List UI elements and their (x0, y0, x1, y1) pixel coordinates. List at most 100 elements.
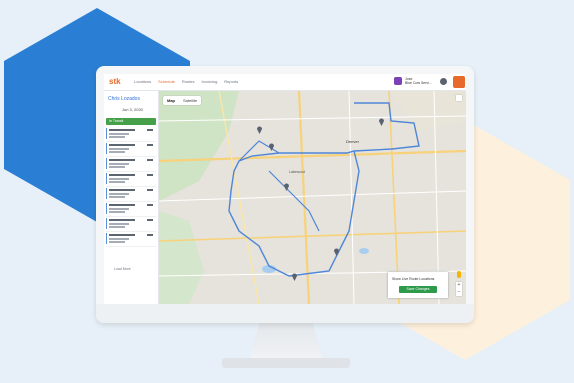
item-text-placeholder (147, 129, 153, 131)
driver-name[interactable]: Chris Lozados (108, 96, 140, 102)
status-indicator (106, 173, 107, 184)
monitor-base (222, 358, 350, 368)
status-header: In Transit (106, 118, 156, 125)
item-text-placeholder (109, 163, 129, 165)
status-indicator (106, 203, 107, 214)
gear-icon[interactable] (440, 78, 447, 85)
list-item[interactable] (106, 172, 156, 187)
tab-map[interactable]: Map (163, 96, 179, 105)
user-menu[interactable]: Jose Blue Cow Servi... (394, 77, 432, 85)
item-text-placeholder (109, 174, 135, 176)
item-text-placeholder (109, 129, 135, 131)
user-org: Blue Cow Servi... (405, 81, 432, 85)
item-text-placeholder (109, 196, 125, 198)
map-marker-icon[interactable] (334, 248, 339, 257)
live-locations-checkbox[interactable]: Show Live Route Locations (392, 277, 434, 281)
road (159, 190, 466, 202)
nav-locations[interactable]: Locations (134, 79, 151, 84)
monitor-chin (96, 304, 474, 323)
item-text-placeholder (109, 136, 125, 138)
map-marker-icon[interactable] (379, 118, 384, 127)
zoom-controls[interactable]: + − (456, 282, 462, 296)
route-line (238, 140, 320, 232)
list-item[interactable] (106, 187, 156, 202)
city-label-denver: Denver (346, 139, 360, 144)
route-sidebar: Chris Lozados Jun 3, 2020 In Transit Loa… (104, 91, 159, 304)
item-text-placeholder (147, 159, 153, 161)
highway (159, 230, 466, 242)
nav-routes[interactable]: Routes (182, 79, 195, 84)
route-options-panel: Show Live Route Locations Save Changes (388, 272, 448, 298)
list-item[interactable] (106, 217, 156, 232)
zoom-out-button[interactable]: − (456, 289, 462, 296)
item-text-placeholder (109, 234, 135, 236)
status-indicator (106, 188, 107, 199)
save-changes-button[interactable]: Save Changes (399, 286, 437, 293)
nav-schedule[interactable]: Schedule (158, 79, 175, 84)
nav-invoicing[interactable]: Invoicing (202, 79, 218, 84)
item-text-placeholder (109, 223, 129, 225)
urban-area (389, 91, 466, 131)
item-text-placeholder (109, 151, 125, 153)
item-text-placeholder (109, 211, 125, 213)
zoom-in-button[interactable]: + (456, 282, 462, 289)
map-marker-icon[interactable] (257, 126, 262, 135)
route-date[interactable]: Jun 3, 2020 (122, 107, 143, 112)
item-text-placeholder (109, 241, 125, 243)
tab-satellite[interactable]: Satellite (179, 96, 201, 105)
item-text-placeholder (109, 226, 125, 228)
top-navbar: stk Locations Schedule Routes Invoicing … (104, 74, 466, 91)
street-view-icon[interactable] (457, 271, 461, 278)
highway (297, 91, 311, 304)
avatar (394, 77, 402, 85)
list-item[interactable] (106, 127, 156, 142)
list-item[interactable] (106, 157, 156, 172)
list-item[interactable] (106, 142, 156, 157)
park-area (159, 211, 204, 304)
item-text-placeholder (109, 219, 135, 221)
status-indicator (106, 218, 107, 229)
status-indicator (106, 233, 107, 244)
city-label-lakewood: Lakewood (289, 170, 305, 174)
item-text-placeholder (147, 144, 153, 146)
status-indicator (106, 158, 107, 169)
item-text-placeholder (109, 148, 129, 150)
item-text-placeholder (109, 133, 129, 135)
item-text-placeholder (147, 219, 153, 221)
item-text-placeholder (109, 181, 125, 183)
stop-markers[interactable] (257, 118, 384, 282)
item-text-placeholder (109, 238, 129, 240)
list-item[interactable] (106, 232, 156, 247)
app-screen: stk Locations Schedule Routes Invoicing … (104, 74, 466, 304)
item-text-placeholder (147, 189, 153, 191)
status-indicator (106, 128, 107, 139)
search-button[interactable] (453, 76, 465, 88)
item-text-placeholder (109, 144, 135, 146)
item-text-placeholder (109, 189, 135, 191)
monitor-stand (249, 323, 323, 361)
fullscreen-icon[interactable] (456, 95, 462, 101)
nav-reports[interactable]: Reports (224, 79, 238, 84)
park-area (159, 91, 239, 201)
map-marker-icon[interactable] (292, 273, 297, 282)
item-text-placeholder (109, 178, 129, 180)
stop-list (106, 127, 156, 247)
lake (359, 248, 369, 254)
map-type-tabs: Map Satellite (163, 96, 202, 105)
item-text-placeholder (147, 234, 153, 236)
item-text-placeholder (109, 159, 135, 161)
list-item[interactable] (106, 202, 156, 217)
main-nav: Locations Schedule Routes Invoicing Repo… (134, 79, 238, 84)
status-indicator (106, 143, 107, 154)
road (348, 91, 355, 304)
item-text-placeholder (109, 166, 125, 168)
status-label: In Transit (109, 119, 124, 123)
item-text-placeholder (109, 193, 129, 195)
route-map[interactable]: Map Satellite + − Show Live Route Locati… (159, 91, 466, 304)
load-more-link[interactable]: Load More (114, 267, 131, 271)
monitor: stk Locations Schedule Routes Invoicing … (96, 66, 474, 323)
app-logo[interactable]: stk (109, 77, 121, 86)
item-text-placeholder (109, 204, 135, 206)
item-text-placeholder (147, 174, 153, 176)
item-text-placeholder (109, 208, 129, 210)
